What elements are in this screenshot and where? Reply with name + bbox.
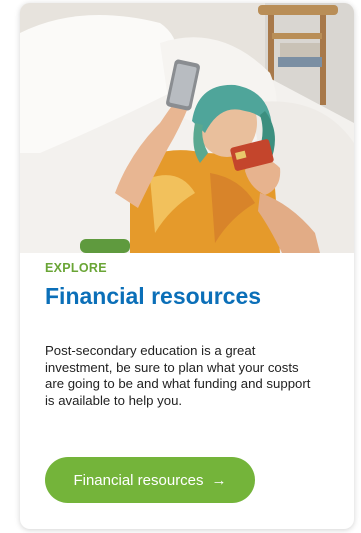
- financial-resources-button[interactable]: Financial resources →: [45, 457, 255, 503]
- card-photo: [20, 3, 354, 253]
- card-title: Financial resources: [45, 283, 262, 309]
- arrow-right-icon: →: [211, 471, 227, 489]
- card-description: Post-secondary education is a great inve…: [45, 343, 311, 408]
- button-label: Financial resources: [73, 471, 204, 489]
- eyebrow-label: EXPLORE: [45, 261, 107, 275]
- resource-card[interactable]: EXPLORE Financial resources Post-seconda…: [20, 3, 354, 529]
